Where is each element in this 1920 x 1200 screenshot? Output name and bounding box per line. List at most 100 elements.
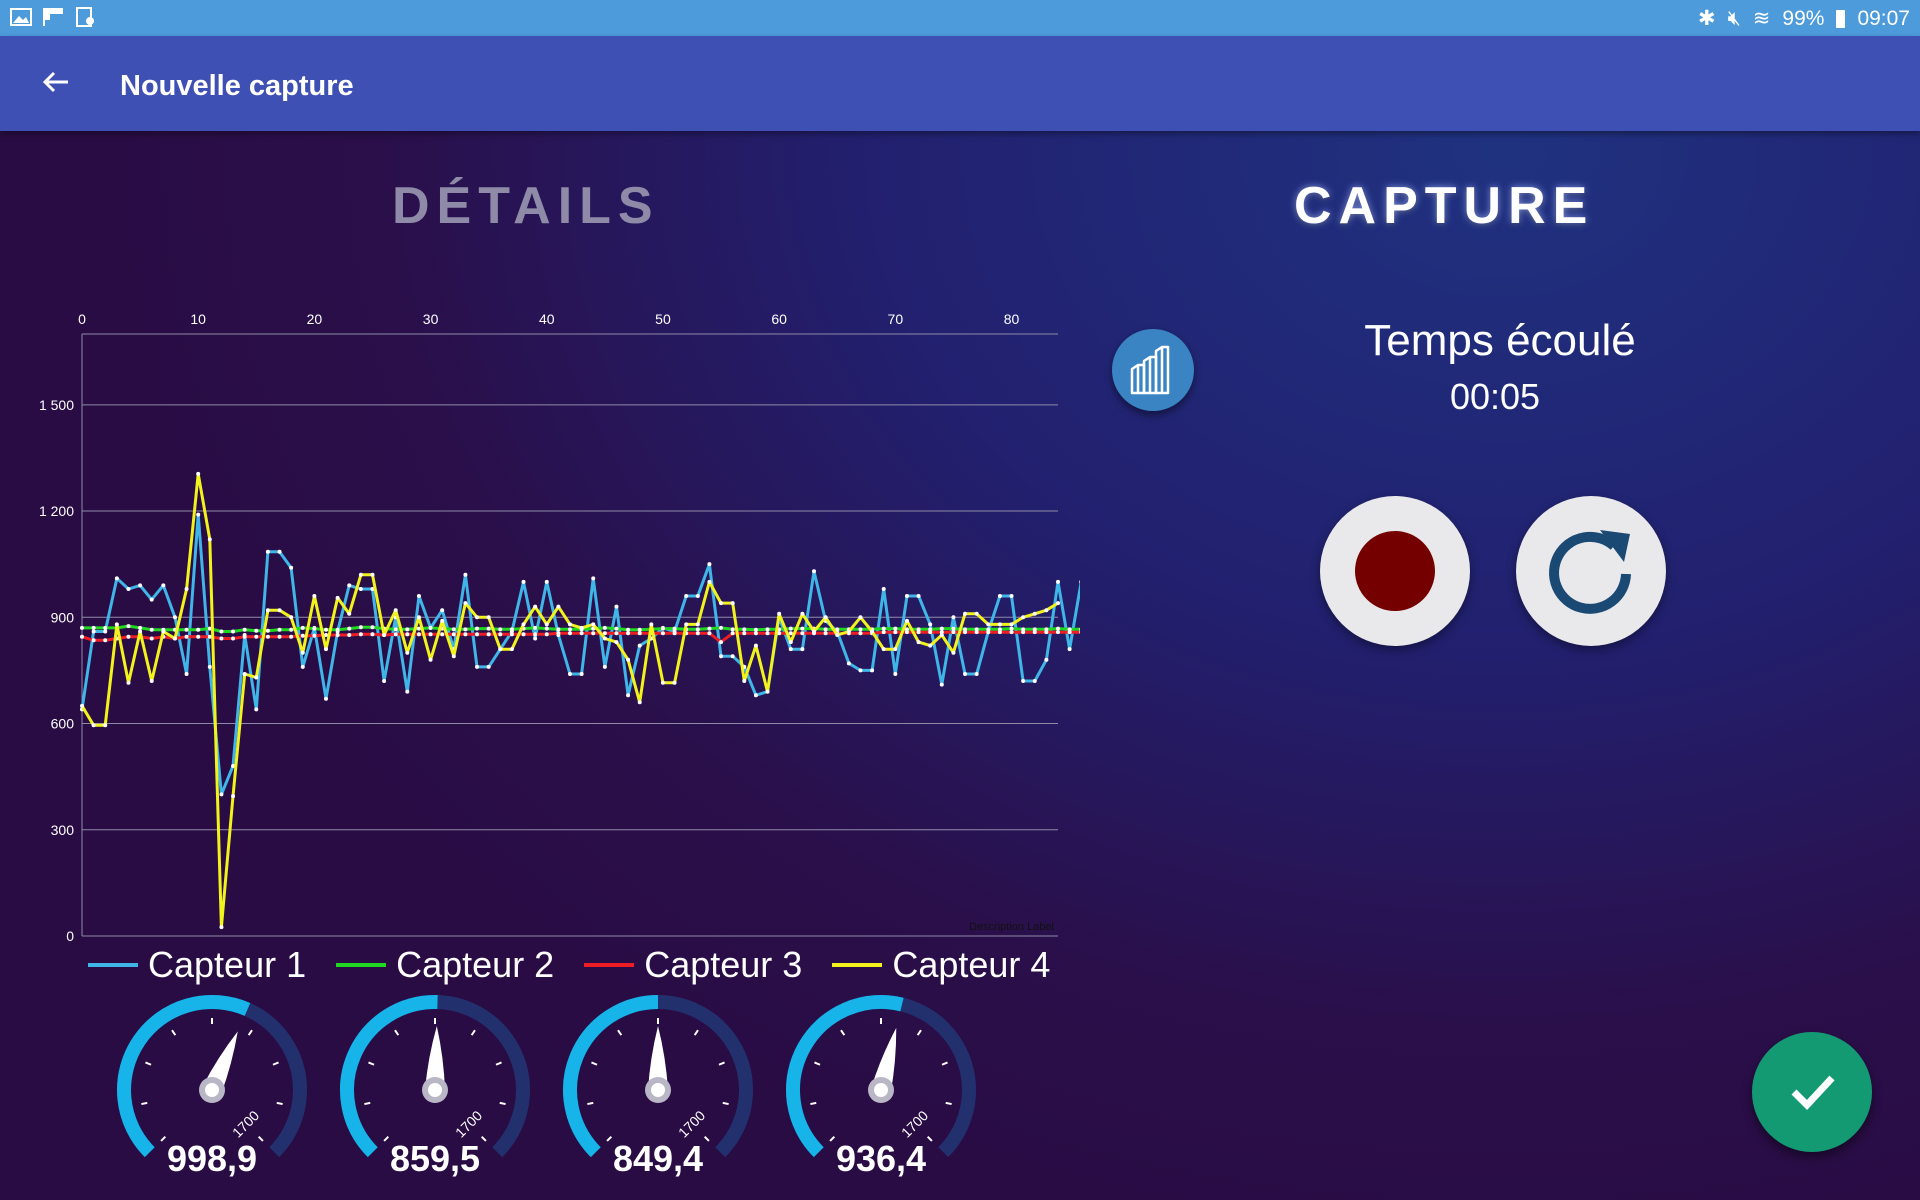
data-point-capteur-2 <box>486 626 491 631</box>
data-point-capteur-2 <box>347 626 352 631</box>
data-point-capteur-4 <box>428 657 433 662</box>
gauge-tick <box>941 1061 948 1066</box>
data-point-capteur-1 <box>172 615 177 620</box>
data-point-capteur-4 <box>533 604 538 609</box>
data-point-capteur-4 <box>358 572 363 577</box>
data-point-capteur-2 <box>626 627 631 632</box>
data-point-capteur-1 <box>521 579 526 584</box>
data-point-capteur-4 <box>591 622 596 627</box>
x-tick-label: 40 <box>539 311 555 327</box>
data-point-capteur-3 <box>742 631 747 636</box>
reset-button[interactable] <box>1516 496 1666 646</box>
data-point-capteur-2 <box>242 627 247 632</box>
data-point-capteur-1 <box>997 594 1002 599</box>
y-tick-label: 1 500 <box>39 397 74 413</box>
x-tick-label: 0 <box>78 311 86 327</box>
data-point-capteur-2 <box>823 627 828 632</box>
data-point-capteur-2 <box>498 627 503 632</box>
data-point-capteur-2 <box>939 626 944 631</box>
sensor-line-chart: 0 300 600 900 1 200 1 500 0 10 20 30 40 50 60 70 80 Des… <box>39 311 1080 944</box>
notification-icons <box>10 7 96 27</box>
data-point-capteur-2 <box>1056 626 1060 631</box>
data-point-capteur-4 <box>870 629 875 634</box>
data-point-capteur-1 <box>753 693 758 698</box>
data-point-capteur-2 <box>335 627 340 632</box>
data-point-capteur-3 <box>196 634 201 639</box>
data-point-capteur-2 <box>765 627 770 632</box>
data-point-capteur-4 <box>207 537 212 542</box>
flipboard-notification-icon <box>43 8 63 26</box>
data-point-capteur-4 <box>788 640 793 645</box>
data-point-capteur-2 <box>231 629 236 634</box>
data-point-capteur-1 <box>695 594 700 599</box>
series-line-capteur-1 <box>80 513 1080 796</box>
data-point-capteur-1 <box>626 693 631 698</box>
mute-icon: 🔇︎ <box>1727 6 1741 30</box>
data-point-capteur-2 <box>265 628 270 633</box>
gauge-tick <box>810 1101 817 1106</box>
data-point-capteur-3 <box>428 632 433 637</box>
data-point-capteur-2 <box>614 626 619 631</box>
data-point-capteur-4 <box>219 925 224 930</box>
data-point-capteur-3 <box>591 631 596 636</box>
data-point-capteur-3 <box>312 633 317 638</box>
data-point-capteur-4 <box>1044 608 1049 613</box>
clock: 09:07 <box>1857 6 1910 30</box>
data-point-capteur-3 <box>707 631 712 636</box>
data-point-capteur-3 <box>951 630 956 635</box>
data-point-capteur-2 <box>80 625 84 630</box>
data-point-capteur-3 <box>858 631 863 636</box>
legend-swatch <box>832 963 883 967</box>
data-point-capteur-3 <box>1056 630 1060 635</box>
gauge-hub-center <box>874 1083 888 1097</box>
data-point-capteur-4 <box>254 675 259 680</box>
data-point-capteur-3 <box>219 636 224 641</box>
data-point-capteur-4 <box>1032 611 1037 616</box>
data-point-capteur-3 <box>475 632 480 637</box>
record-button[interactable] <box>1320 496 1470 646</box>
tab-capture[interactable]: CAPTURE <box>1294 176 1594 236</box>
data-point-capteur-1 <box>1067 647 1072 652</box>
back-button[interactable] <box>36 62 76 102</box>
confirm-button[interactable] <box>1752 1032 1872 1152</box>
data-point-capteur-3 <box>1032 630 1037 635</box>
data-point-capteur-3 <box>242 634 247 639</box>
gauge-tick <box>617 1029 623 1036</box>
y-tick-label: 0 <box>66 928 74 944</box>
data-point-capteur-2 <box>196 627 201 632</box>
data-point-capteur-4 <box>382 633 387 637</box>
data-point-capteur-2 <box>184 627 189 632</box>
data-point-capteur-4 <box>602 636 607 641</box>
y-tick-label: 600 <box>51 716 75 732</box>
data-point-capteur-4 <box>324 647 328 652</box>
status-bar: ✱ 🔇︎ ≋ 99% 09:07 <box>0 0 1920 36</box>
data-point-capteur-2 <box>219 629 224 634</box>
data-point-capteur-4 <box>939 633 944 637</box>
data-point-capteur-1 <box>1044 657 1049 662</box>
data-point-capteur-4 <box>126 680 131 685</box>
gauges: 1700 998,9 1700 859,5 1700 849,4 1700 93… <box>112 990 1012 1190</box>
data-point-capteur-2 <box>509 627 514 632</box>
gauge-tick <box>394 1029 400 1036</box>
data-point-capteur-2 <box>881 626 886 631</box>
data-point-capteur-1 <box>893 671 898 676</box>
statistics-button[interactable] <box>1112 329 1194 411</box>
data-point-capteur-1 <box>1056 579 1060 584</box>
data-point-capteur-3 <box>974 630 979 635</box>
data-point-capteur-3 <box>579 631 584 636</box>
data-point-capteur-3 <box>289 634 294 639</box>
data-point-capteur-3 <box>498 632 503 637</box>
data-point-capteur-3 <box>626 631 631 636</box>
data-point-capteur-4 <box>451 654 456 659</box>
data-point-capteur-1 <box>289 565 294 570</box>
tab-details[interactable]: DÉTAILS <box>392 176 660 236</box>
data-point-capteur-3 <box>637 631 642 636</box>
data-point-capteur-1 <box>138 583 143 588</box>
data-point-capteur-3 <box>184 634 189 639</box>
data-point-capteur-2 <box>393 627 398 632</box>
data-point-capteur-4 <box>649 622 654 627</box>
data-point-capteur-1 <box>928 622 933 627</box>
data-point-capteur-2 <box>475 626 480 631</box>
data-point-capteur-3 <box>730 631 735 636</box>
gauge-tick <box>718 1061 725 1066</box>
